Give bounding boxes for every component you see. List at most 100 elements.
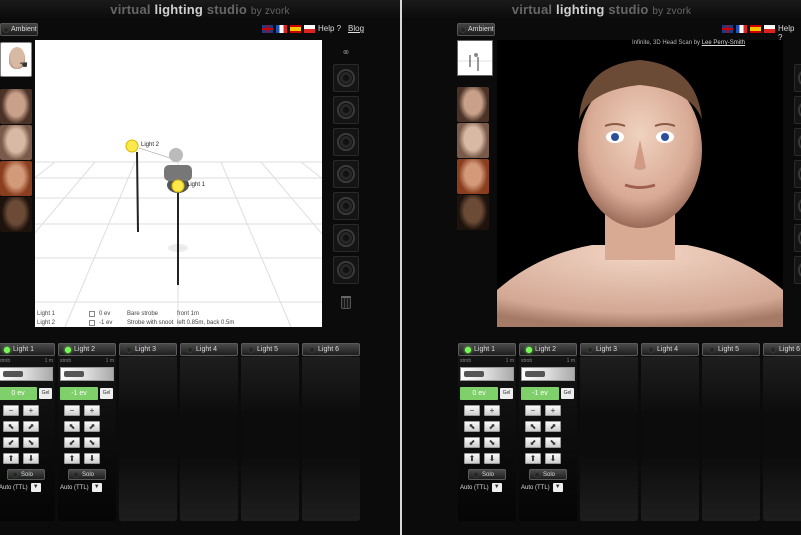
arrow-down-left-button[interactable]: ⬋ <box>64 437 80 448</box>
decrease-button[interactable]: − <box>3 405 19 416</box>
decrease-button[interactable]: − <box>525 405 541 416</box>
increase-button[interactable]: + <box>23 405 39 416</box>
aperture-button[interactable] <box>333 128 359 156</box>
aperture-button[interactable] <box>794 128 801 156</box>
link-icon[interactable]: ⚭ <box>333 46 359 60</box>
uk-flag-icon[interactable] <box>722 25 733 33</box>
light-tab[interactable]: Light 5 <box>241 343 299 356</box>
arrow-up-left-button[interactable]: ⬉ <box>3 421 19 432</box>
model-thumb-5[interactable] <box>457 195 489 230</box>
decrease-button[interactable]: − <box>464 405 480 416</box>
arrow-up-button[interactable]: ⬆ <box>3 453 19 464</box>
model-thumb-3[interactable] <box>0 125 32 160</box>
increase-button[interactable]: + <box>84 405 100 416</box>
arrow-down-right-button[interactable]: ⬊ <box>545 437 561 448</box>
uk-flag-icon[interactable] <box>262 25 273 33</box>
aperture-button[interactable] <box>333 256 359 284</box>
aperture-button[interactable] <box>333 64 359 92</box>
model-thumb-2[interactable] <box>457 87 489 122</box>
decrease-button[interactable]: − <box>64 405 80 416</box>
arrow-down-button[interactable]: ⬇ <box>545 453 561 464</box>
pl-flag-icon[interactable] <box>764 25 775 33</box>
arrow-down-left-button[interactable]: ⬋ <box>525 437 541 448</box>
light-tab[interactable]: Light 2 <box>519 343 577 356</box>
studio-3d-view[interactable]: Light 2 Light 1 Light 1 0 ev Bare strobe… <box>35 40 322 327</box>
model-thumb-3[interactable] <box>457 123 489 158</box>
pl-flag-icon[interactable] <box>304 25 315 33</box>
strobe-preview[interactable] <box>60 367 114 381</box>
aperture-button[interactable] <box>333 192 359 220</box>
arrow-up-button[interactable]: ⬆ <box>525 453 541 464</box>
arrow-down-button[interactable]: ⬇ <box>84 453 100 464</box>
gel-button[interactable]: Gel <box>500 388 513 399</box>
aperture-button[interactable] <box>794 160 801 188</box>
aperture-button[interactable] <box>333 224 359 252</box>
aperture-button[interactable] <box>794 256 801 284</box>
ev-value[interactable]: -1 ev <box>521 387 559 400</box>
light-tab[interactable]: Light 1 <box>0 343 55 356</box>
light-tab[interactable]: Light 3 <box>119 343 177 356</box>
trash-button[interactable] <box>333 292 359 312</box>
strobe-preview[interactable] <box>521 367 575 381</box>
ev-value[interactable]: 0 ev <box>0 387 37 400</box>
light-tab[interactable]: Light 4 <box>180 343 238 356</box>
light-tab[interactable]: Light 6 <box>763 343 801 356</box>
arrow-up-button[interactable]: ⬆ <box>64 453 80 464</box>
arrow-down-left-button[interactable]: ⬋ <box>3 437 19 448</box>
ambient-button[interactable]: Ambient <box>0 23 38 36</box>
light-tab[interactable]: Light 2 <box>58 343 116 356</box>
arrow-up-right-button[interactable]: ⬈ <box>23 421 39 432</box>
solo-button[interactable]: Solo <box>68 469 106 480</box>
fr-flag-icon[interactable] <box>276 25 287 33</box>
aperture-button[interactable] <box>794 96 801 124</box>
ev-value[interactable]: -1 ev <box>60 387 98 400</box>
scene-thumbnail[interactable] <box>457 40 493 76</box>
mode-dropdown[interactable]: ▼ <box>30 483 41 492</box>
model-thumb-1[interactable]: ☚ <box>0 42 32 77</box>
model-thumb-4[interactable] <box>457 159 489 194</box>
arrow-down-right-button[interactable]: ⬊ <box>484 437 500 448</box>
increase-button[interactable]: + <box>484 405 500 416</box>
solo-button[interactable]: Solo <box>7 469 45 480</box>
credit-author-link[interactable]: Lee Perry-Smith <box>702 40 745 46</box>
aperture-button[interactable] <box>794 224 801 252</box>
arrow-down-right-button[interactable]: ⬊ <box>84 437 100 448</box>
link-icon[interactable]: ⚭ <box>794 46 801 60</box>
arrow-down-button[interactable]: ⬇ <box>484 453 500 464</box>
arrow-up-left-button[interactable]: ⬉ <box>525 421 541 432</box>
aperture-button[interactable] <box>333 160 359 188</box>
blog-link[interactable]: Blog <box>348 24 364 33</box>
mode-dropdown[interactable]: ▼ <box>552 483 563 492</box>
es-flag-icon[interactable] <box>750 25 761 33</box>
ev-value[interactable]: 0 ev <box>460 387 498 400</box>
ambient-button[interactable]: Ambient <box>457 23 495 36</box>
mode-dropdown[interactable]: ▼ <box>91 483 102 492</box>
light-tab[interactable]: Light 6 <box>302 343 360 356</box>
arrow-up-left-button[interactable]: ⬉ <box>464 421 480 432</box>
solo-button[interactable]: Solo <box>468 469 506 480</box>
arrow-up-right-button[interactable]: ⬈ <box>545 421 561 432</box>
strobe-preview[interactable] <box>0 367 53 381</box>
arrow-up-right-button[interactable]: ⬈ <box>84 421 100 432</box>
increase-button[interactable]: + <box>545 405 561 416</box>
arrow-up-right-button[interactable]: ⬈ <box>484 421 500 432</box>
light-tab[interactable]: Light 5 <box>702 343 760 356</box>
arrow-down-button[interactable]: ⬇ <box>23 453 39 464</box>
help-link[interactable]: Help ? <box>318 24 341 33</box>
arrow-up-button[interactable]: ⬆ <box>464 453 480 464</box>
es-flag-icon[interactable] <box>290 25 301 33</box>
fr-flag-icon[interactable] <box>736 25 747 33</box>
light-1-tag[interactable]: Light 1 <box>187 182 205 188</box>
arrow-down-right-button[interactable]: ⬊ <box>23 437 39 448</box>
arrow-down-left-button[interactable]: ⬋ <box>464 437 480 448</box>
light-tab[interactable]: Light 4 <box>641 343 699 356</box>
aperture-button[interactable] <box>333 96 359 124</box>
model-thumb-4[interactable] <box>0 161 32 196</box>
mode-dropdown[interactable]: ▼ <box>491 483 502 492</box>
light-tab[interactable]: Light 3 <box>580 343 638 356</box>
gel-button[interactable]: Gel <box>561 388 574 399</box>
aperture-button[interactable] <box>794 64 801 92</box>
light-tab[interactable]: Light 1 <box>458 343 516 356</box>
gel-button[interactable]: Gel <box>100 388 113 399</box>
gel-button[interactable]: Gel <box>39 388 52 399</box>
